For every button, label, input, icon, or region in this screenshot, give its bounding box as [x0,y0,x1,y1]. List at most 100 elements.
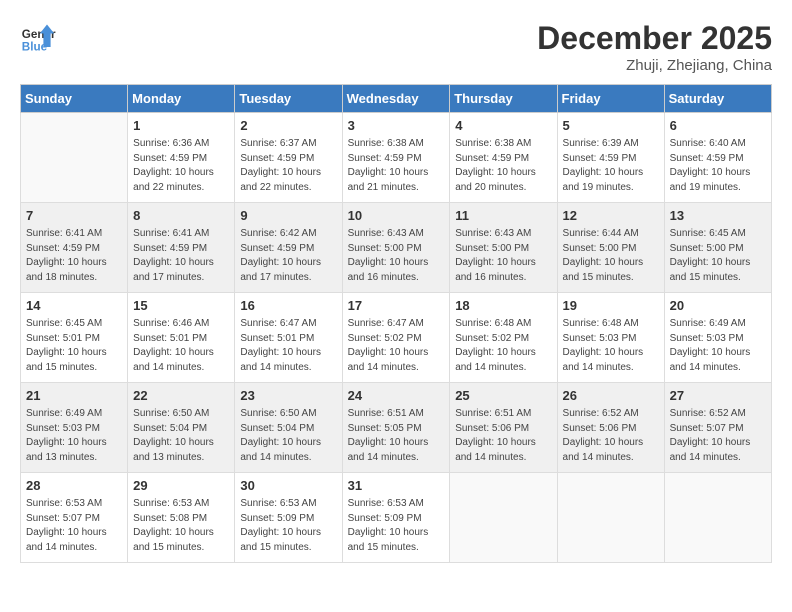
calendar-cell: 13 Sunrise: 6:45 AM Sunset: 5:00 PM Dayli… [664,203,771,293]
day-number: 2 [240,117,336,135]
calendar-cell: 27 Sunrise: 6:52 AM Sunset: 5:07 PM Dayli… [664,383,771,473]
calendar-cell: 5 Sunrise: 6:39 AM Sunset: 4:59 PM Daylig… [557,113,664,203]
calendar-cell: 4Sunrise: 6:38 AM Sunset: 4:59 PM Daylig… [450,113,557,203]
day-info: Sunrise: 6:40 AM Sunset: 4:59 PM Dayligh… [670,137,766,195]
calendar-cell [557,473,664,563]
day-info: Sunrise: 6:47 AM Sunset: 5:02 PM Dayligh… [348,317,445,375]
location: Zhuji, Zhejiang, China [537,57,772,74]
day-info: Sunrise: 6:51 AM Sunset: 5:06 PM Dayligh… [455,407,551,465]
day-number: 27 [670,387,766,405]
weekday-header-row: SundayMondayTuesdayWednesdayThursdayFrid… [21,85,772,113]
day-info: Sunrise: 6:48 AM Sunset: 5:03 PM Dayligh… [563,317,659,375]
calendar-cell: 18Sunrise: 6:48 AM Sunset: 5:02 PM Dayli… [450,293,557,383]
day-number: 28 [26,477,122,495]
calendar-cell: 10 Sunrise: 6:43 AM Sunset: 5:00 PM Dayli… [342,203,450,293]
calendar-cell: 8Sunrise: 6:41 AM Sunset: 4:59 PM Daylig… [128,203,235,293]
day-number: 25 [455,387,551,405]
calendar-cell: 21 Sunrise: 6:49 AM Sunset: 5:03 PM Dayli… [21,383,128,473]
day-info: Sunrise: 6:41 AM Sunset: 4:59 PM Dayligh… [26,227,122,285]
day-info: Sunrise: 6:53 AM Sunset: 5:09 PM Dayligh… [348,497,445,555]
calendar-cell: 26Sunrise: 6:52 AM Sunset: 5:06 PM Dayli… [557,383,664,473]
weekday-header-friday: Friday [557,85,664,113]
day-number: 20 [670,297,766,315]
logo-icon: General Blue [20,20,56,56]
calendar-week-row: 28 Sunrise: 6:53 AM Sunset: 5:07 PM Dayli… [21,473,772,563]
weekday-header-monday: Monday [128,85,235,113]
day-number: 5 [563,117,659,135]
calendar-week-row: 21 Sunrise: 6:49 AM Sunset: 5:03 PM Dayli… [21,383,772,473]
calendar-cell: 31 Sunrise: 6:53 AM Sunset: 5:09 PM Dayli… [342,473,450,563]
day-number: 17 [348,297,445,315]
day-info: Sunrise: 6:50 AM Sunset: 5:04 PM Dayligh… [240,407,336,465]
day-info: Sunrise: 6:47 AM Sunset: 5:01 PM Dayligh… [240,317,336,375]
calendar-cell: 19 Sunrise: 6:48 AM Sunset: 5:03 PM Dayli… [557,293,664,383]
weekday-header-sunday: Sunday [21,85,128,113]
calendar-cell: 11 Sunrise: 6:43 AM Sunset: 5:00 PM Dayli… [450,203,557,293]
calendar-cell: 12 Sunrise: 6:44 AM Sunset: 5:00 PM Dayli… [557,203,664,293]
day-number: 13 [670,207,766,225]
day-info: Sunrise: 6:53 AM Sunset: 5:09 PM Dayligh… [240,497,336,555]
calendar-cell: 20 Sunrise: 6:49 AM Sunset: 5:03 PM Dayli… [664,293,771,383]
calendar-cell: 6Sunrise: 6:40 AM Sunset: 4:59 PM Daylig… [664,113,771,203]
calendar-cell: 3 Sunrise: 6:38 AM Sunset: 4:59 PM Daylig… [342,113,450,203]
day-info: Sunrise: 6:44 AM Sunset: 5:00 PM Dayligh… [563,227,659,285]
logo: General Blue [20,20,56,56]
calendar-cell [450,473,557,563]
day-number: 31 [348,477,445,495]
day-number: 4 [455,117,551,135]
day-number: 16 [240,297,336,315]
day-number: 21 [26,387,122,405]
calendar-table: SundayMondayTuesdayWednesdayThursdayFrid… [20,84,772,563]
calendar-cell: 28 Sunrise: 6:53 AM Sunset: 5:07 PM Dayli… [21,473,128,563]
day-number: 19 [563,297,659,315]
day-info: Sunrise: 6:42 AM Sunset: 4:59 PM Dayligh… [240,227,336,285]
day-number: 8 [133,207,229,225]
day-info: Sunrise: 6:53 AM Sunset: 5:07 PM Dayligh… [26,497,122,555]
calendar-cell: 14 Sunrise: 6:45 AM Sunset: 5:01 PM Dayli… [21,293,128,383]
day-info: Sunrise: 6:52 AM Sunset: 5:07 PM Dayligh… [670,407,766,465]
day-info: Sunrise: 6:38 AM Sunset: 4:59 PM Dayligh… [348,137,445,195]
day-info: Sunrise: 6:49 AM Sunset: 5:03 PM Dayligh… [26,407,122,465]
weekday-header-thursday: Thursday [450,85,557,113]
day-info: Sunrise: 6:51 AM Sunset: 5:05 PM Dayligh… [348,407,445,465]
calendar-cell: 29 Sunrise: 6:53 AM Sunset: 5:08 PM Dayli… [128,473,235,563]
calendar-cell: 24 Sunrise: 6:51 AM Sunset: 5:05 PM Dayli… [342,383,450,473]
day-info: Sunrise: 6:52 AM Sunset: 5:06 PM Dayligh… [563,407,659,465]
day-number: 24 [348,387,445,405]
month-title: December 2025 [537,20,772,57]
day-number: 14 [26,297,122,315]
day-number: 10 [348,207,445,225]
day-info: Sunrise: 6:45 AM Sunset: 5:00 PM Dayligh… [670,227,766,285]
day-info: Sunrise: 6:39 AM Sunset: 4:59 PM Dayligh… [563,137,659,195]
calendar-cell: 25 Sunrise: 6:51 AM Sunset: 5:06 PM Dayli… [450,383,557,473]
calendar-cell: 22Sunrise: 6:50 AM Sunset: 5:04 PM Dayli… [128,383,235,473]
calendar-cell: 9Sunrise: 6:42 AM Sunset: 4:59 PM Daylig… [235,203,342,293]
day-info: Sunrise: 6:53 AM Sunset: 5:08 PM Dayligh… [133,497,229,555]
day-info: Sunrise: 6:36 AM Sunset: 4:59 PM Dayligh… [133,137,229,195]
day-number: 12 [563,207,659,225]
day-number: 30 [240,477,336,495]
weekday-header-tuesday: Tuesday [235,85,342,113]
day-number: 3 [348,117,445,135]
calendar-cell: 1Sunrise: 6:36 AM Sunset: 4:59 PM Daylig… [128,113,235,203]
day-info: Sunrise: 6:48 AM Sunset: 5:02 PM Dayligh… [455,317,551,375]
calendar-week-row: 7Sunrise: 6:41 AM Sunset: 4:59 PM Daylig… [21,203,772,293]
calendar-cell [21,113,128,203]
day-number: 11 [455,207,551,225]
calendar-cell: 2 Sunrise: 6:37 AM Sunset: 4:59 PM Daylig… [235,113,342,203]
day-number: 29 [133,477,229,495]
day-info: Sunrise: 6:49 AM Sunset: 5:03 PM Dayligh… [670,317,766,375]
day-info: Sunrise: 6:46 AM Sunset: 5:01 PM Dayligh… [133,317,229,375]
day-info: Sunrise: 6:43 AM Sunset: 5:00 PM Dayligh… [455,227,551,285]
calendar-week-row: 14 Sunrise: 6:45 AM Sunset: 5:01 PM Dayli… [21,293,772,383]
calendar-cell: 16 Sunrise: 6:47 AM Sunset: 5:01 PM Dayli… [235,293,342,383]
day-number: 23 [240,387,336,405]
day-info: Sunrise: 6:45 AM Sunset: 5:01 PM Dayligh… [26,317,122,375]
day-info: Sunrise: 6:43 AM Sunset: 5:00 PM Dayligh… [348,227,445,285]
calendar-cell: 7Sunrise: 6:41 AM Sunset: 4:59 PM Daylig… [21,203,128,293]
page-header: General Blue December 2025 Zhuji, Zhejia… [20,20,772,74]
day-number: 22 [133,387,229,405]
weekday-header-saturday: Saturday [664,85,771,113]
calendar-cell [664,473,771,563]
day-info: Sunrise: 6:37 AM Sunset: 4:59 PM Dayligh… [240,137,336,195]
